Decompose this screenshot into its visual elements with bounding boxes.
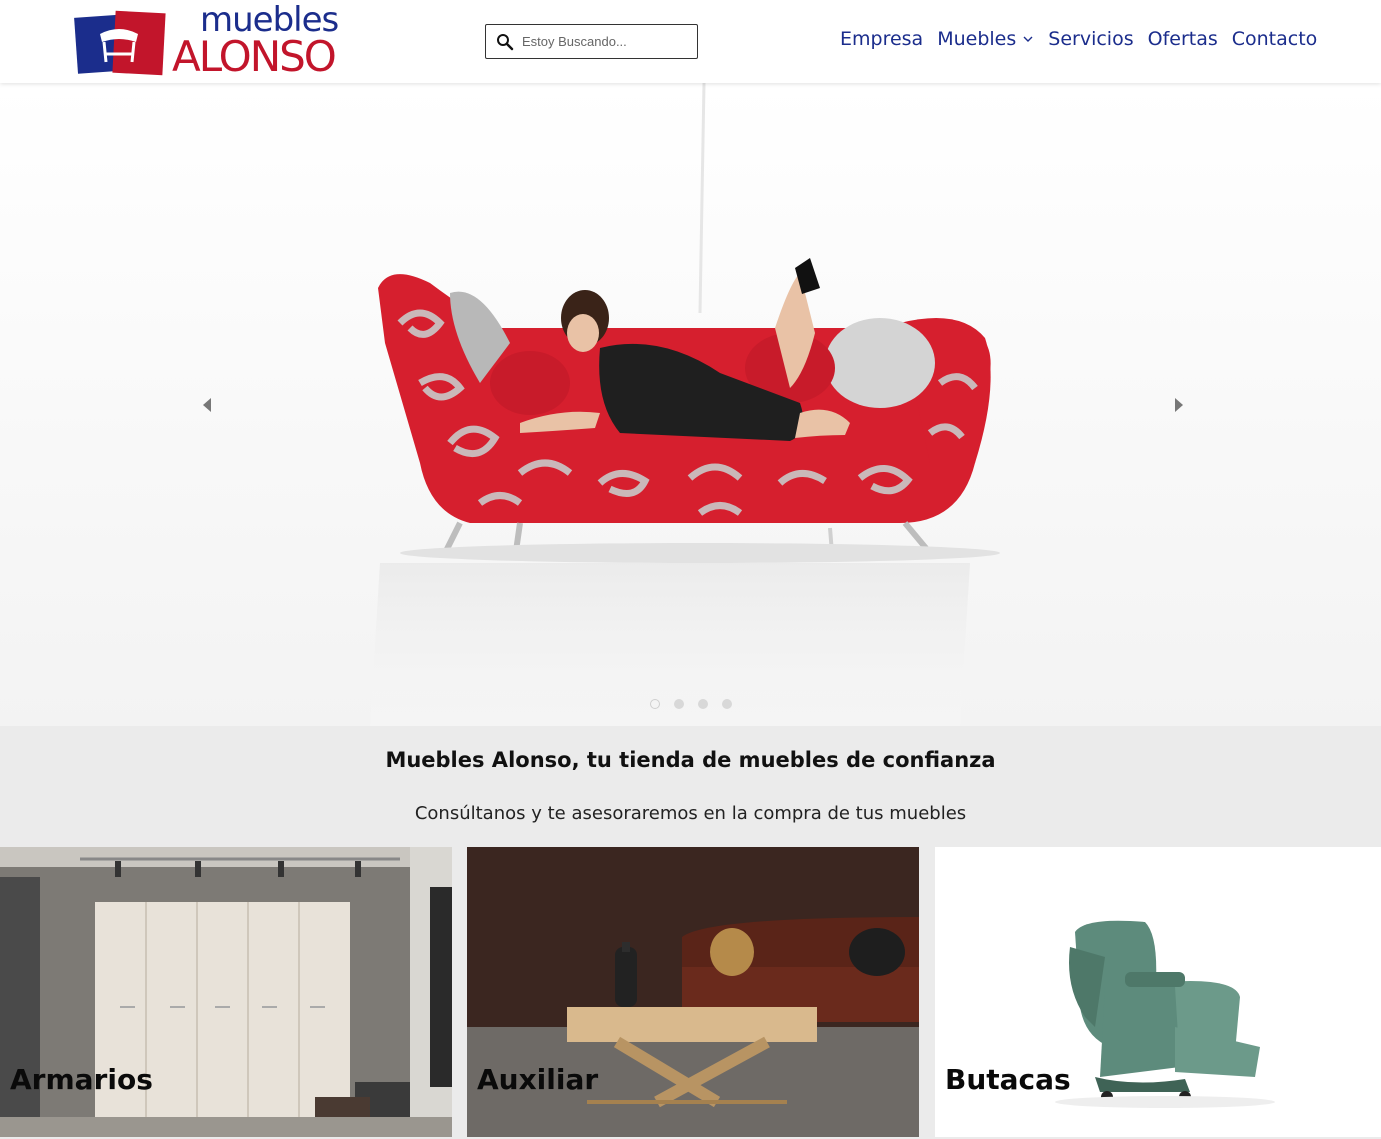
search-input[interactable]	[522, 34, 692, 49]
slider-dot-1[interactable]	[650, 699, 660, 709]
search-icon[interactable]	[496, 33, 514, 51]
main-nav: Empresa Muebles Servicios Ofertas Contac…	[840, 28, 1317, 50]
slider-dot-3[interactable]	[698, 699, 708, 709]
nav-label: Contacto	[1231, 28, 1318, 50]
nav-label: Ofertas	[1147, 28, 1218, 50]
slider-pagination	[650, 699, 732, 709]
nav-label: Empresa	[840, 28, 924, 50]
slider-next-icon[interactable]	[1172, 395, 1186, 415]
intro-subtitle: Consúltanos y te asesoraremos en la comp…	[414, 803, 967, 824]
category-label: Auxiliar	[477, 1063, 599, 1096]
nav-item-contacto[interactable]: Contacto	[1232, 28, 1318, 50]
nav-item-ofertas[interactable]: Ofertas	[1148, 28, 1218, 50]
category-card-butacas[interactable]: Butacas	[935, 847, 1381, 1137]
nav-label: Muebles	[937, 28, 1017, 50]
category-card-auxiliar[interactable]: Auxiliar	[467, 847, 919, 1137]
slider-dot-4[interactable]	[722, 699, 732, 709]
category-card-armarios[interactable]: Armarios	[0, 847, 452, 1137]
category-label: Butacas	[945, 1063, 1071, 1096]
site-header: muebles ALONSO Empresa Muebles Servicios…	[0, 0, 1381, 83]
brand-logo[interactable]: muebles ALONSO	[74, 0, 348, 81]
nav-item-muebles[interactable]: Muebles	[937, 28, 1034, 50]
hero-slider	[0, 83, 1381, 726]
category-grid: Armarios Auxiliar Butacas	[0, 847, 1381, 1139]
nav-label: Servicios	[1048, 28, 1134, 50]
chevron-down-icon	[1023, 36, 1033, 42]
search-box[interactable]	[485, 24, 698, 59]
slider-dot-2[interactable]	[674, 699, 684, 709]
logo-mark-icon	[74, 10, 166, 76]
nav-item-servicios[interactable]: Servicios	[1048, 28, 1133, 50]
slider-prev-icon[interactable]	[200, 395, 214, 415]
category-label: Armarios	[10, 1063, 153, 1096]
intro-section: Muebles Alonso, tu tienda de muebles de …	[0, 726, 1381, 847]
logo-text-alonso: ALONSO	[172, 32, 337, 81]
nav-item-empresa[interactable]: Empresa	[840, 28, 923, 50]
intro-title: Muebles Alonso, tu tienda de muebles de …	[385, 748, 996, 772]
